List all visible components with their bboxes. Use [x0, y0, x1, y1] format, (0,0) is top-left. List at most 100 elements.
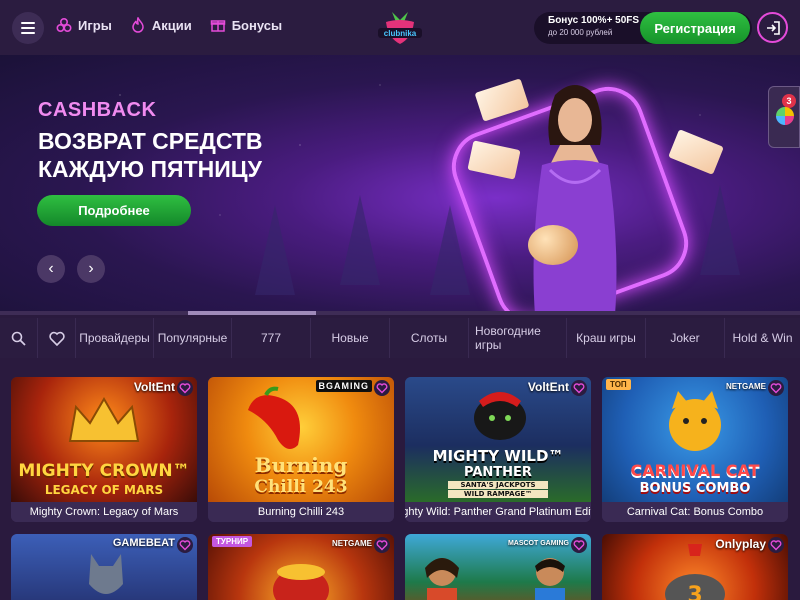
game-name: Mighty Wild: Panther Grand Platinum Edit…	[405, 502, 591, 522]
category-hold-win[interactable]: Hold & Win	[725, 318, 800, 358]
favorite-heart-icon[interactable]	[571, 380, 587, 396]
game-art-subtitle: BONUS COMBO	[639, 481, 751, 496]
game-art-line3: SANTA'S JACKPOTS	[448, 481, 548, 489]
login-button[interactable]	[757, 12, 788, 43]
banner-title: ВОЗВРАТ СРЕДСТВ КАЖДУЮ ПЯТНИЦУ	[38, 127, 358, 183]
banner-tag: CASHBACK	[38, 99, 157, 121]
hamburger-line	[21, 22, 35, 24]
favorite-heart-icon[interactable]	[374, 537, 390, 553]
game-art-line4: WILD RAMPAGE™	[448, 490, 548, 498]
game-card[interactable]: MIGHTY WILD™ PANTHER SANTA'S JACKPOTS WI…	[405, 377, 591, 522]
banner-prev-button[interactable]: ‹	[37, 255, 65, 283]
panther-image	[474, 392, 526, 440]
logo-text: clubnika	[384, 29, 417, 38]
hamburger-line	[21, 32, 35, 34]
game-card[interactable]: MIGHTY CROWN™ LEGACY OF MARS VoltEnt Mig…	[11, 377, 197, 522]
nav-bonuses-label: Бонусы	[231, 17, 283, 33]
favorite-heart-icon[interactable]	[177, 380, 193, 396]
decor-tree	[340, 195, 380, 285]
chilli-image	[248, 386, 300, 449]
decor-tree	[700, 185, 740, 275]
category-providers[interactable]: Провайдеры	[76, 318, 154, 358]
nav-promotions[interactable]: Акции	[130, 17, 192, 33]
nav-promotions-label: Акции	[151, 17, 192, 33]
login-icon	[766, 20, 780, 35]
game-art-subtitle: PANTHER	[464, 465, 532, 480]
game-art-title: MIGHTY CROWN™	[18, 461, 190, 481]
banner-details-button[interactable]: Подробнее	[37, 195, 191, 226]
game-art-subtitle: LEGACY OF MARS	[44, 483, 164, 497]
favorite-heart-icon[interactable]	[571, 537, 587, 553]
banner-title-line2: КАЖДУЮ ПЯТНИЦУ	[38, 156, 262, 182]
game-art-subtitle: Chilli 243	[254, 477, 348, 497]
heart-icon	[48, 331, 65, 346]
svg-text:3: 3	[687, 583, 702, 600]
crown-image	[68, 397, 140, 442]
flame-icon	[132, 17, 144, 33]
register-button[interactable]: Регистрация	[640, 12, 750, 44]
menu-button[interactable]	[12, 12, 44, 44]
game-card[interactable]: GAMEBEAT	[11, 534, 197, 600]
favorite-heart-icon[interactable]	[177, 537, 193, 553]
category-crash[interactable]: Краш игры	[567, 318, 646, 358]
provider-label: NETGAME	[726, 382, 766, 391]
game-thumbnail: CARNIVAL CAT BONUS COMBO	[602, 377, 788, 502]
nav-games[interactable]: Игры	[56, 17, 112, 33]
category-new-year[interactable]: Новогодние игры	[469, 318, 567, 358]
game-card[interactable]: ТУРНИР NETGAME	[208, 534, 394, 600]
category-new[interactable]: Новые	[311, 318, 390, 358]
provider-label: VoltEnt	[133, 380, 175, 394]
game-card[interactable]: MASCOT GAMING	[405, 534, 591, 600]
top-badge: ТОП	[606, 379, 631, 390]
bonus-offer-text: Бонус 100%+ 50FS до 20 000 рублей	[548, 15, 639, 39]
favorite-heart-icon[interactable]	[768, 380, 784, 396]
decor-tree	[255, 205, 295, 295]
game-thumbnail: Burning Chilli 243	[208, 377, 394, 502]
main-nav: Игры Акции Бонусы	[56, 17, 282, 33]
category-popular[interactable]: Популярные	[154, 318, 232, 358]
banner-title-line1: ВОЗВРАТ СРЕДСТВ	[38, 128, 263, 154]
game-thumbnail: MIGHTY WILD™ PANTHER SANTA'S JACKPOTS WI…	[405, 377, 591, 502]
favorites-button[interactable]	[38, 318, 76, 358]
nav-bonuses[interactable]: Бонусы	[210, 17, 282, 33]
promo-banner[interactable]: CASHBACK ВОЗВРАТ СРЕДСТВ КАЖДУЮ ПЯТНИЦУ …	[0, 55, 800, 315]
tournament-badge: ТУРНИР	[212, 536, 253, 547]
search-icon	[11, 331, 26, 346]
coin-pot-image	[273, 564, 329, 600]
clubnika-logo[interactable]: clubnika	[374, 8, 426, 48]
hamburger-line	[21, 27, 35, 29]
banner-progress-fill	[188, 311, 316, 315]
category-joker[interactable]: Joker	[646, 318, 725, 358]
game-name: Mighty Crown: Legacy of Mars	[11, 502, 197, 522]
character-woman-image	[425, 558, 459, 600]
character-man-image	[535, 558, 565, 600]
promo-model-image	[533, 85, 617, 315]
chevron-left-icon: ‹	[48, 260, 54, 277]
game-card[interactable]: 3 Onlyplay	[602, 534, 788, 600]
gift-icon	[210, 20, 225, 32]
search-button[interactable]	[0, 318, 38, 358]
banner-progress	[0, 311, 800, 315]
top-header: Игры Акции Бонусы clubnika Бонус 100%+ 5…	[0, 0, 800, 55]
games-icon	[56, 17, 72, 33]
game-art-title: MIGHTY WILD™	[432, 447, 564, 465]
game-card[interactable]: CARNIVAL CAT BONUS COMBO ТОП NETGAME Car…	[602, 377, 788, 522]
banner-background	[0, 55, 800, 315]
banner-next-button[interactable]: ›	[77, 255, 105, 283]
favorite-heart-icon[interactable]	[768, 537, 784, 553]
game-card[interactable]: Burning Chilli 243 BGAMING Burning Chill…	[208, 377, 394, 522]
game-name: Burning Chilli 243	[208, 502, 394, 522]
favorite-heart-icon[interactable]	[374, 380, 390, 396]
side-widget-badge: 3	[782, 94, 796, 108]
piggy-bank-image	[528, 225, 578, 265]
bonus-line2: до 20 000 рублей	[548, 28, 613, 37]
game-art-title: Burning	[254, 453, 348, 477]
provider-label: GAMEBEAT	[112, 537, 175, 549]
category-slots[interactable]: Слоты	[390, 318, 469, 358]
provider-label: VoltEnt	[527, 380, 569, 394]
category-bar: Провайдеры Популярные 777 Новые Слоты Но…	[0, 318, 800, 358]
bonus-line1: Бонус 100%+ 50FS	[548, 15, 640, 26]
category-777[interactable]: 777	[232, 318, 311, 358]
lucky-cat-image	[669, 391, 721, 451]
fortune-wheel-icon	[776, 107, 794, 125]
